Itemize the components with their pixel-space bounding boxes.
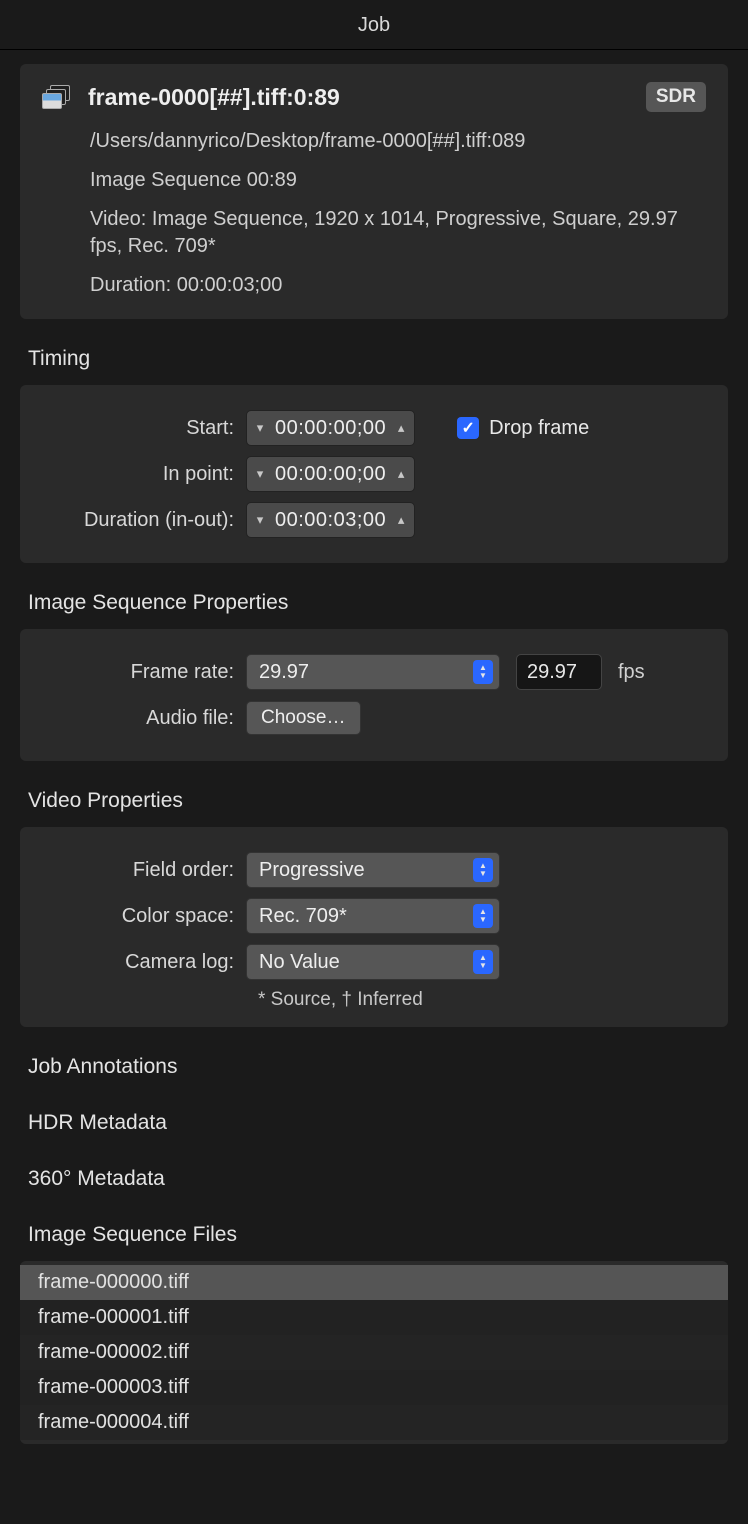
timing-heading[interactable]: Timing <box>28 347 728 371</box>
duration-stepper[interactable]: ▾ 00:00:03;00 ▴ <box>246 502 415 538</box>
framerate-select-value: 29.97 <box>259 661 309 684</box>
list-item[interactable]: frame-000000.tiff <box>20 1265 728 1300</box>
start-label: Start: <box>42 417 246 440</box>
framerate-select[interactable]: 29.97 ▲▼ <box>246 654 500 690</box>
updown-caret-icon: ▲▼ <box>473 858 493 882</box>
job-title: frame-0000[##].tiff:0:89 <box>88 84 340 111</box>
imgseq-heading[interactable]: Image Sequence Properties <box>28 591 728 615</box>
job-sequence: Image Sequence 00:89 <box>90 167 706 194</box>
updown-caret-icon: ▲▼ <box>473 950 493 974</box>
fieldorder-label: Field order: <box>42 859 246 882</box>
file-list: frame-000000.tiff frame-000001.tiff fram… <box>20 1261 728 1444</box>
inspector-content: frame-0000[##].tiff:0:89 SDR /Users/dann… <box>0 50 748 1444</box>
list-item[interactable]: frame-000004.tiff <box>20 1405 728 1440</box>
list-item[interactable]: frame-000002.tiff <box>20 1335 728 1370</box>
inpoint-stepper[interactable]: ▾ 00:00:00;00 ▴ <box>246 456 415 492</box>
dropframe-label: Drop frame <box>489 417 589 440</box>
audiofile-label: Audio file: <box>42 707 246 730</box>
video-panel: Field order: Progressive ▲▼ Color space:… <box>20 827 728 1027</box>
job-video-info: Video: Image Sequence, 1920 x 1014, Prog… <box>90 206 706 260</box>
colorspace-label: Color space: <box>42 905 246 928</box>
timing-panel: Start: ▾ 00:00:00;00 ▴ ✓ Drop frame In p… <box>20 385 728 563</box>
duration-label: Duration (in-out): <box>42 509 246 532</box>
video-heading[interactable]: Video Properties <box>28 789 728 813</box>
choose-audio-button[interactable]: Choose… <box>246 701 361 735</box>
hdr-metadata-section[interactable]: HDR Metadata <box>28 1111 728 1135</box>
framerate-input[interactable] <box>516 654 602 690</box>
job-info-card: frame-0000[##].tiff:0:89 SDR /Users/dann… <box>20 64 728 319</box>
job-duration: Duration: 00:00:03;00 <box>90 272 706 299</box>
video-footnote: * Source, † Inferred <box>258 989 706 1011</box>
imgseq-panel: Frame rate: 29.97 ▲▼ fps Audio file: Cho… <box>20 629 728 761</box>
inpoint-value[interactable]: 00:00:00;00 <box>269 463 392 486</box>
framerate-label: Frame rate: <box>42 661 246 684</box>
window-title: Job <box>0 0 748 50</box>
image-sequence-icon <box>42 85 70 109</box>
chevron-up-icon[interactable]: ▴ <box>392 420 410 436</box>
fieldorder-value: Progressive <box>259 859 365 882</box>
fieldorder-select[interactable]: Progressive ▲▼ <box>246 852 500 888</box>
start-value[interactable]: 00:00:00;00 <box>269 417 392 440</box>
chevron-up-icon[interactable]: ▴ <box>392 466 410 482</box>
updown-caret-icon: ▲▼ <box>473 660 493 684</box>
chevron-down-icon[interactable]: ▾ <box>251 466 269 482</box>
dropframe-checkbox[interactable]: ✓ <box>457 417 479 439</box>
chevron-down-icon[interactable]: ▾ <box>251 512 269 528</box>
fps-unit: fps <box>618 661 645 684</box>
colorspace-select[interactable]: Rec. 709* ▲▼ <box>246 898 500 934</box>
cameralog-value: No Value <box>259 951 340 974</box>
files-heading[interactable]: Image Sequence Files <box>28 1223 728 1247</box>
duration-value[interactable]: 00:00:03;00 <box>269 509 392 532</box>
chevron-down-icon[interactable]: ▾ <box>251 420 269 436</box>
cameralog-label: Camera log: <box>42 951 246 974</box>
inpoint-label: In point: <box>42 463 246 486</box>
list-item[interactable]: frame-000001.tiff <box>20 1300 728 1335</box>
job-path: /Users/dannyrico/Desktop/frame-0000[##].… <box>90 128 706 155</box>
colorspace-value: Rec. 709* <box>259 905 347 928</box>
list-item[interactable]: frame-000003.tiff <box>20 1370 728 1405</box>
updown-caret-icon: ▲▼ <box>473 904 493 928</box>
360-metadata-section[interactable]: 360° Metadata <box>28 1167 728 1191</box>
start-stepper[interactable]: ▾ 00:00:00;00 ▴ <box>246 410 415 446</box>
cameralog-select[interactable]: No Value ▲▼ <box>246 944 500 980</box>
sdr-badge: SDR <box>646 82 706 112</box>
job-annotations-section[interactable]: Job Annotations <box>28 1055 728 1079</box>
chevron-up-icon[interactable]: ▴ <box>392 512 410 528</box>
